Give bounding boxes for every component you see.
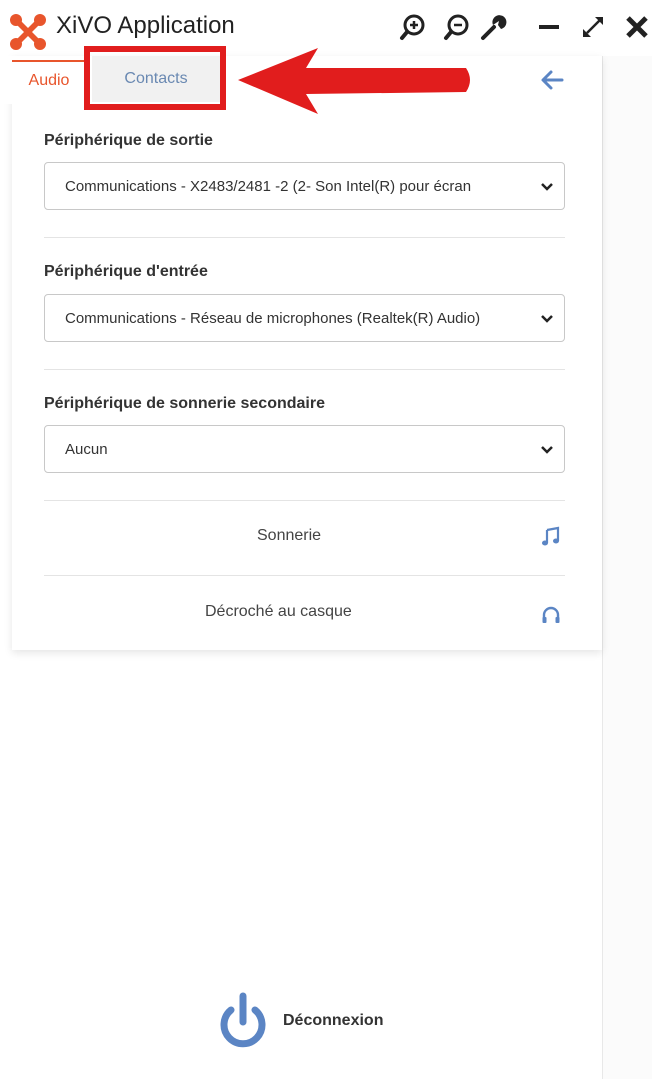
divider bbox=[44, 575, 565, 576]
xivo-logo-icon bbox=[10, 14, 46, 50]
back-arrow-icon[interactable] bbox=[538, 66, 566, 94]
output-device-value: Communications - X2483/2481 -2 (2- Son I… bbox=[65, 178, 472, 195]
annotation-arrow-icon bbox=[238, 48, 470, 114]
output-device-select[interactable]: Communications - X2483/2481 -2 (2- Son I… bbox=[44, 162, 565, 210]
chevron-down-icon bbox=[541, 446, 553, 454]
divider bbox=[602, 56, 603, 1079]
divider bbox=[44, 500, 565, 501]
ringtone-label[interactable]: Sonnerie bbox=[257, 527, 321, 545]
logout-label: Déconnexion bbox=[283, 1012, 384, 1029]
headphones-icon[interactable] bbox=[540, 604, 562, 626]
secondary-ring-select[interactable]: Aucun bbox=[44, 425, 565, 473]
output-device-label: Périphérique de sortie bbox=[44, 132, 213, 149]
divider bbox=[44, 237, 565, 238]
power-icon bbox=[220, 992, 266, 1048]
music-note-icon[interactable] bbox=[540, 526, 562, 548]
divider bbox=[44, 369, 565, 370]
input-device-label: Périphérique d'entrée bbox=[44, 263, 208, 280]
minimize-icon[interactable] bbox=[532, 10, 566, 44]
tab-audio[interactable]: Audio bbox=[12, 60, 86, 100]
wrench-icon[interactable] bbox=[476, 10, 510, 44]
zoom-in-icon[interactable] bbox=[396, 10, 430, 44]
logout-button[interactable]: Déconnexion bbox=[215, 990, 415, 1054]
side-background bbox=[603, 56, 652, 1079]
maximize-icon[interactable] bbox=[576, 10, 610, 44]
input-device-select[interactable]: Communications - Réseau de microphones (… bbox=[44, 294, 565, 342]
app-title: XiVO Application bbox=[56, 12, 235, 39]
chevron-down-icon bbox=[541, 183, 553, 191]
zoom-out-icon[interactable] bbox=[440, 10, 474, 44]
chevron-down-icon bbox=[541, 315, 553, 323]
secondary-ring-value: Aucun bbox=[65, 441, 108, 458]
close-icon[interactable] bbox=[620, 10, 652, 44]
annotation-highlight-box bbox=[84, 46, 226, 110]
headset-label[interactable]: Décroché au casque bbox=[205, 603, 352, 621]
input-device-value: Communications - Réseau de microphones (… bbox=[65, 310, 481, 327]
secondary-ring-label: Périphérique de sonnerie secondaire bbox=[44, 395, 325, 412]
